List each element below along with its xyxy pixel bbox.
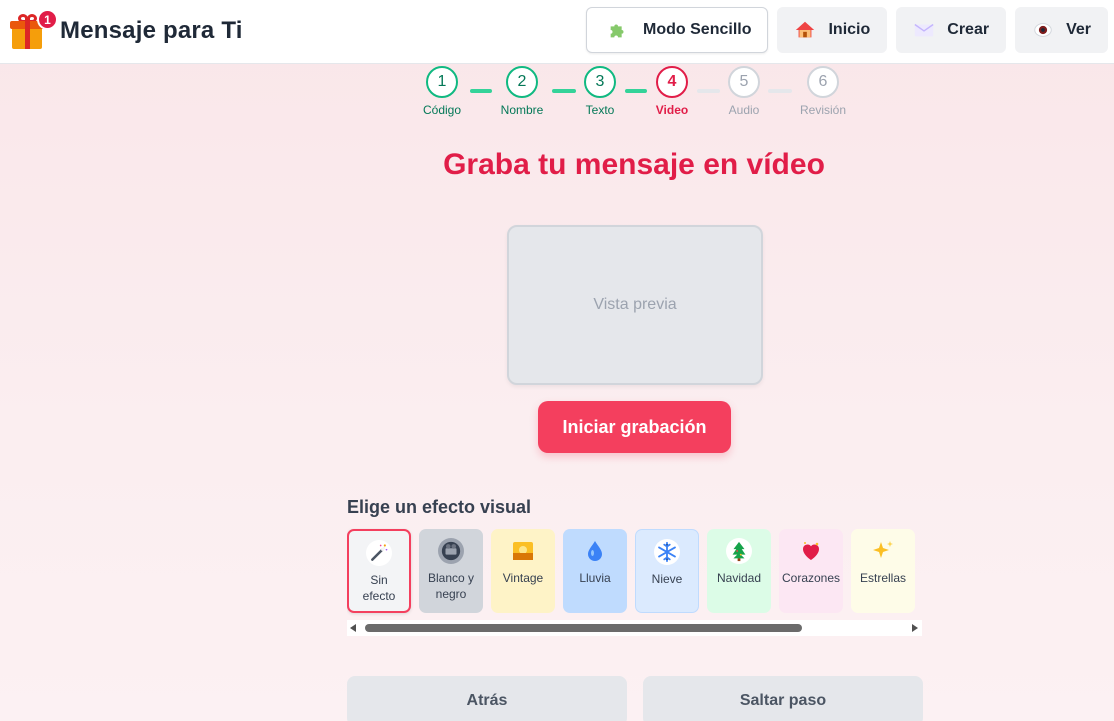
create-button[interactable]: Crear [896, 7, 1007, 53]
droplet-icon [582, 538, 608, 564]
envelope-icon [913, 19, 935, 41]
step-2[interactable]: 2 Nombre [492, 66, 552, 117]
step-label: Revisión [799, 103, 847, 117]
step-5[interactable]: 5 Audio [714, 66, 774, 117]
step-connector [697, 89, 720, 93]
effect-black-white[interactable]: Blanco y negro [419, 529, 483, 613]
brand-title: Mensaje para Ti [60, 17, 243, 44]
effect-christmas[interactable]: Navidad [707, 529, 771, 613]
sparkles-icon [870, 538, 896, 564]
simple-mode-button[interactable]: Modo Sencillo [586, 7, 769, 53]
scrollbar-thumb[interactable] [365, 624, 802, 632]
effect-label: Sin efecto [362, 573, 396, 603]
create-label: Crear [947, 21, 990, 38]
gift-icon: 1 [10, 9, 58, 51]
snowflake-icon [654, 539, 680, 565]
film-camera-icon [438, 538, 464, 564]
step-number: 5 [728, 66, 760, 98]
step-connector [470, 89, 492, 93]
step-number: 1 [426, 66, 458, 98]
home-label: Inicio [828, 21, 871, 38]
step-number: 2 [506, 66, 538, 98]
step-number: 6 [807, 66, 839, 98]
step-label: Texto [585, 103, 615, 117]
effect-stars[interactable]: Estrellas [851, 529, 915, 613]
step-3[interactable]: 3 Texto [570, 66, 630, 117]
brand[interactable]: 1 Mensaje para Ti [10, 8, 243, 54]
view-label: Ver [1066, 21, 1091, 38]
effect-none[interactable]: Sin efecto [347, 529, 411, 613]
effects-carousel[interactable]: Sin efecto Blanco y negro Vintage Lluvia… [347, 528, 922, 618]
christmas-tree-icon [726, 538, 752, 564]
preview-placeholder: Vista previa [593, 296, 677, 313]
step-6[interactable]: 6 Revisión [793, 66, 853, 117]
puzzle-icon [607, 19, 629, 41]
magic-wand-icon [366, 540, 392, 566]
step-number: 4 [656, 66, 688, 98]
step-connector [552, 89, 576, 93]
effects-title: Elige un efecto visual [347, 497, 532, 517]
effect-label: Nieve [651, 572, 683, 586]
effect-vintage[interactable]: Vintage [491, 529, 555, 613]
step-1[interactable]: 1 Código [412, 66, 472, 117]
step-label: Video [655, 103, 689, 117]
scroll-right-arrow-icon[interactable] [912, 624, 918, 632]
step-4[interactable]: 4 Video [642, 66, 702, 117]
notification-badge: 1 [37, 9, 58, 30]
app-header: 1 Mensaje para Ti Modo Sencillo Inicio C… [0, 0, 1114, 64]
skip-step-button[interactable]: Saltar paso [643, 676, 923, 721]
start-recording-button[interactable]: Iniciar grabación [538, 401, 731, 453]
effect-label: Vintage [502, 571, 544, 585]
effect-label: Corazones [781, 571, 841, 585]
effect-rain[interactable]: Lluvia [563, 529, 627, 613]
effect-label: Navidad [716, 571, 762, 585]
step-connector [768, 89, 792, 93]
effect-label: Lluvia [579, 571, 611, 585]
simple-mode-label: Modo Sencillo [643, 21, 752, 38]
step-label: Nombre [500, 103, 544, 117]
video-preview: Vista previa [507, 225, 763, 385]
step-connector [625, 89, 647, 93]
page-title: Graba tu mensaje en vídeo [443, 148, 825, 181]
house-icon [794, 19, 816, 41]
eye-icon [1032, 19, 1054, 41]
home-button[interactable]: Inicio [777, 7, 888, 53]
heart-icon [798, 538, 824, 564]
step-number: 3 [584, 66, 616, 98]
scroll-left-arrow-icon[interactable] [350, 624, 356, 632]
step-label: Código [422, 103, 462, 117]
view-button[interactable]: Ver [1015, 7, 1108, 53]
effects-scrollbar[interactable] [347, 620, 922, 636]
sunset-photo-icon [510, 538, 536, 564]
step-label: Audio [728, 103, 760, 117]
effect-label: Estrellas [859, 571, 906, 585]
effect-label: Blanco y negro [427, 571, 475, 601]
effect-hearts[interactable]: Corazones [779, 529, 843, 613]
back-button[interactable]: Atrás [347, 676, 627, 721]
effect-snow[interactable]: Nieve [635, 529, 699, 613]
top-nav: Modo Sencillo Inicio Crear Ver [586, 7, 1108, 53]
